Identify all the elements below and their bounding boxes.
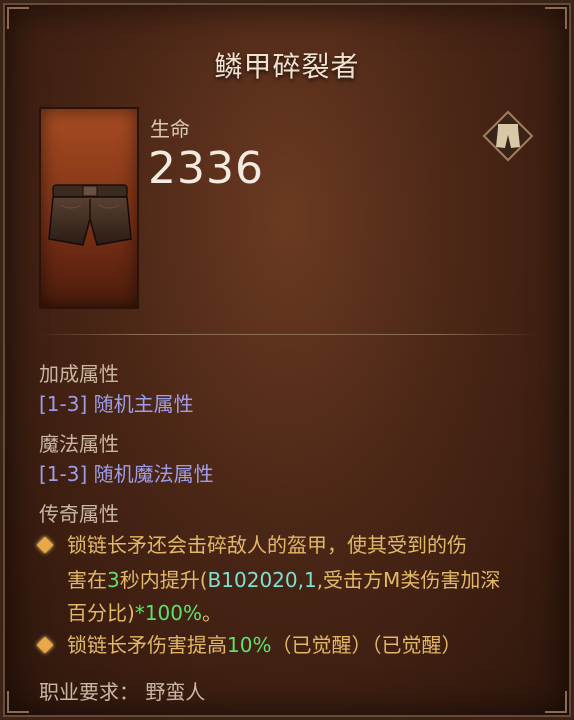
legendary-affix-line: 百分比)*100%。 (67, 601, 222, 625)
leather-shorts-icon (48, 184, 132, 246)
frame-corner (545, 691, 567, 713)
class-requirement: 职业要求： 野蛮人 (39, 680, 206, 704)
legendary-affix-line: 锁链长矛伤害提高10%（已觉醒）（已觉醒） (67, 633, 462, 657)
section-divider (37, 334, 537, 335)
bonus-attributes-heading: 加成属性 (39, 362, 119, 386)
item-tooltip: 鳞甲碎裂者 生命 2336 加成属性 [1-3] 随机主属性 魔法属性 [1-3… (0, 0, 574, 720)
frame-corner (7, 691, 29, 713)
pants-icon (482, 110, 534, 162)
legendary-bullet-icon (36, 536, 54, 554)
legendary-affix-line: 锁链长矛还会击碎敌人的盔甲，使其受到的伤 (67, 533, 467, 557)
legendary-affix-line: 害在3秒内提升(B102020,1,受击方M类伤害加深 (67, 568, 501, 592)
frame-corner (545, 7, 567, 29)
frame-corner (7, 7, 29, 29)
legendary-bullet-icon (36, 636, 54, 654)
magic-affix: [1-3] 随机魔法属性 (39, 462, 214, 486)
item-name: 鳞甲碎裂者 (214, 50, 360, 83)
stat-value: 2336 (148, 143, 264, 194)
magic-attributes-heading: 魔法属性 (39, 432, 119, 456)
bonus-affix: [1-3] 随机主属性 (39, 392, 194, 416)
stat-label: 生命 (150, 117, 190, 141)
item-image-frame (39, 107, 139, 309)
legendary-attributes-heading: 传奇属性 (39, 502, 119, 526)
